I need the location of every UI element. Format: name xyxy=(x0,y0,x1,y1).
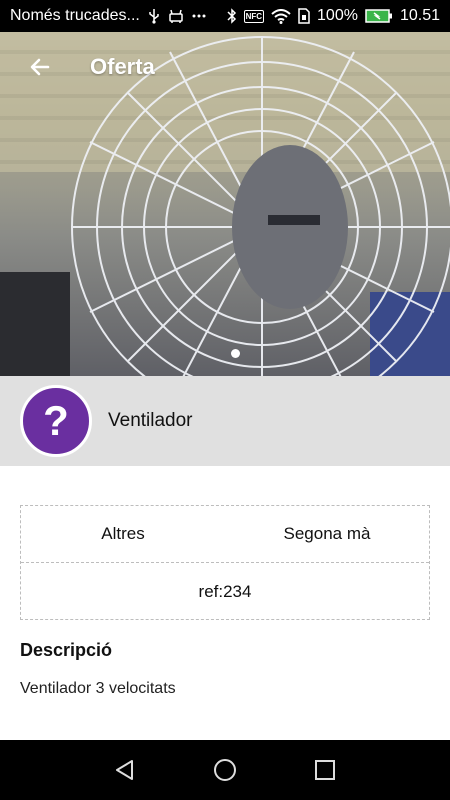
more-icon xyxy=(192,14,206,18)
condition-label: Segona mà xyxy=(283,524,371,543)
carrier-text: Només trucades... xyxy=(10,7,140,24)
nav-home-icon xyxy=(214,759,236,781)
reference-label: ref:234 xyxy=(198,581,252,601)
android-debug-icon xyxy=(168,9,184,23)
status-right: NFC 100% 10.51 xyxy=(227,7,440,25)
status-bar: Només trucades... NFC 100% 10.51 xyxy=(0,0,450,32)
clock: 10.51 xyxy=(399,7,440,24)
nav-back-icon xyxy=(116,760,133,780)
nav-home-button[interactable] xyxy=(200,745,250,795)
sim-icon xyxy=(298,8,310,24)
product-details-box: Altres Segona mà ref:234 xyxy=(20,505,430,620)
system-nav-bar xyxy=(0,740,450,800)
category-avatar: ? xyxy=(20,385,92,457)
product-name: Ventilador xyxy=(108,410,193,431)
nfc-icon: NFC xyxy=(243,9,265,23)
category-label: Altres xyxy=(101,524,145,543)
arrow-back-icon xyxy=(30,58,50,76)
back-button[interactable] xyxy=(10,32,70,102)
screen: Només trucades... NFC 100% 10.51 Oferta … xyxy=(0,0,450,800)
wifi-icon xyxy=(271,8,291,24)
battery-icon xyxy=(365,8,393,24)
page-title: Oferta xyxy=(90,54,155,79)
bluetooth-icon xyxy=(227,8,237,24)
description-heading: Descripció xyxy=(20,640,113,660)
gallery-page-indicator xyxy=(231,349,240,358)
product-header: ? Ventilador xyxy=(0,376,450,466)
description-text: Ventilador 3 velocitats xyxy=(20,680,176,697)
battery-percent: 100% xyxy=(317,7,358,24)
app-bar: Oferta xyxy=(0,32,450,102)
nav-recents-icon xyxy=(315,760,335,780)
usb-icon xyxy=(148,8,160,24)
status-left: Només trucades... xyxy=(10,7,227,25)
nav-recents-button[interactable] xyxy=(300,745,350,795)
details-row: Altres Segona mà xyxy=(21,506,429,563)
nav-back-button[interactable] xyxy=(100,745,150,795)
